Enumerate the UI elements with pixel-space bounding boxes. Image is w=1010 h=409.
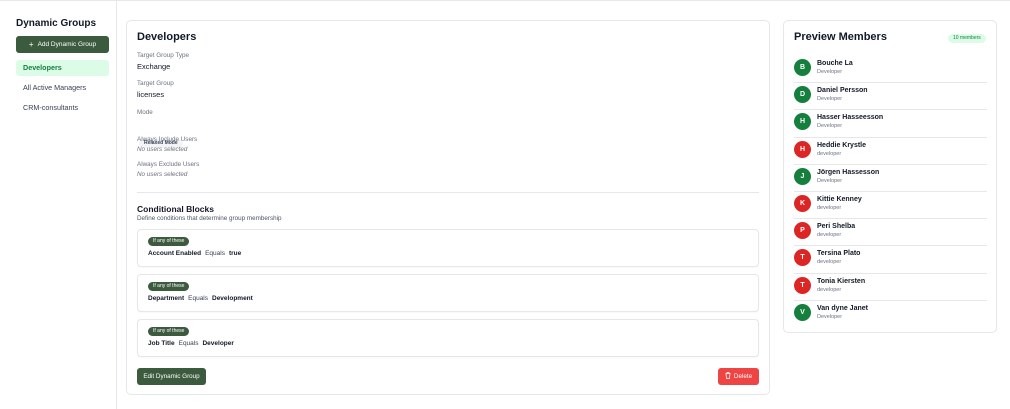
member-row: B Bouche La Developer	[794, 56, 987, 84]
delete-button[interactable]: Delete	[718, 368, 759, 385]
member-row: T Tonia Kiersten developer	[794, 274, 987, 301]
avatar: T	[794, 249, 811, 267]
condition-block: If any of these Department Equals Develo…	[137, 274, 759, 312]
condition-block: If any of these Account Enabled Equals t…	[137, 229, 759, 267]
member-role: Developer	[817, 96, 843, 103]
preview-members-title: Preview Members	[794, 31, 887, 43]
condition-block-badge: If any of these	[148, 237, 190, 246]
member-row: K Kittie Kenney developer	[794, 192, 987, 220]
condition-value: Developer	[202, 340, 234, 347]
member-role: Developer	[817, 177, 843, 184]
avatar: J	[794, 167, 811, 185]
sidebar-title: Dynamic Groups	[16, 18, 97, 29]
condition-field: Account Enabled	[148, 250, 202, 257]
member-row: H Hasser Hasseesson Developer	[794, 110, 987, 138]
plus-icon: +	[28, 39, 34, 49]
sidebar-item-developers[interactable]: Developers	[16, 60, 109, 76]
add-dynamic-group-button[interactable]: + Add Dynamic Group	[16, 36, 109, 53]
member-name: Daniel Persson	[817, 87, 868, 95]
member-name: Peri Shelba	[817, 223, 856, 231]
condition-rule: Account Enabled Equals true	[148, 250, 241, 257]
sidebar-item-all-active-managers[interactable]: All Active Managers	[16, 80, 109, 96]
member-row: D Daniel Persson Developer	[794, 83, 987, 111]
target-group-type-value: Exchange	[137, 62, 171, 71]
add-dynamic-group-label: Add Dynamic Group	[37, 41, 97, 48]
condition-block-badge: If any of these	[148, 327, 190, 336]
target-group-label: Target Group	[137, 80, 174, 87]
avatar: P	[794, 222, 811, 240]
condition-operator: Equals	[178, 340, 199, 347]
member-role: developer	[817, 232, 842, 239]
top-border	[0, 0, 1010, 1]
member-row: J Jörgen Hassesson Developer	[794, 165, 987, 192]
member-role: developer	[817, 259, 842, 266]
condition-block: If any of these Job Title Equals Develop…	[137, 319, 759, 357]
always-include-label: Always Include Users	[137, 136, 198, 143]
member-role: Developer	[817, 69, 843, 75]
member-name: Hasser Hasseesson	[817, 114, 884, 122]
member-row: V Van dyne Janet Developer	[794, 301, 987, 328]
member-count-badge: 10 members	[948, 34, 986, 43]
always-include-value: No users selected	[137, 146, 188, 153]
member-role: Developer	[817, 123, 843, 130]
member-name: Kittie Kenney	[817, 195, 862, 203]
sidebar-item-crm-consultants[interactable]: CRM-consultants	[16, 100, 109, 116]
condition-operator: Equals	[188, 295, 208, 302]
condition-rule: Job Title Equals Developer	[148, 340, 234, 347]
member-name: Bouche La	[817, 60, 853, 67]
member-name: Jörgen Hassesson	[817, 168, 880, 176]
group-nav: Developers All Active Managers CRM-consu…	[16, 60, 109, 120]
sidebar: Dynamic Groups + Add Dynamic Group Devel…	[0, 1, 117, 409]
condition-value: Development	[212, 295, 253, 302]
always-exclude-value: No users selected	[137, 171, 188, 178]
member-role: developer	[817, 204, 842, 211]
avatar: H	[794, 113, 811, 131]
condition-value: true	[228, 250, 242, 257]
condition-rule: Department Equals Development	[148, 295, 253, 302]
mode-label: Mode	[137, 109, 153, 116]
member-name: Heddie Krystle	[817, 141, 867, 149]
member-name: Van dyne Janet	[817, 304, 868, 312]
member-name: Tersina Plato	[817, 250, 861, 258]
member-row: H Heddie Krystle developer	[794, 138, 987, 165]
conditional-blocks-description: Define conditions that determine group m…	[137, 215, 282, 222]
avatar: K	[794, 194, 811, 212]
member-row: T Tersina Plato developer	[794, 246, 987, 274]
member-row: P Peri Shelba developer	[794, 219, 987, 247]
member-list: B Bouche La Developer D Daniel Persson Develo…	[794, 56, 987, 328]
member-role: developer	[817, 286, 842, 293]
avatar: B	[794, 59, 811, 76]
avatar: V	[794, 303, 811, 321]
member-role: Developer	[817, 313, 843, 320]
member-role: developer	[817, 150, 842, 157]
target-group-type-label: Target Group Type	[137, 52, 190, 59]
avatar: D	[794, 86, 811, 104]
edit-dynamic-group-button[interactable]: Edit Dynamic Group	[137, 368, 206, 385]
condition-operator: Equals	[205, 250, 225, 257]
condition-field: Department	[148, 295, 185, 302]
condition-block-badge: If any of these	[148, 282, 190, 291]
page-title: Developers	[137, 31, 197, 43]
conditional-blocks-title: Conditional Blocks	[137, 204, 214, 214]
avatar: H	[794, 140, 811, 158]
preview-members-card: Preview Members 10 members B Bouche La Dev…	[783, 20, 997, 333]
section-divider	[137, 192, 759, 193]
condition-field: Job Title	[148, 340, 175, 347]
group-detail-card: Developers Target Group Type Exchange Ta…	[126, 20, 770, 395]
target-group-value: licenses	[137, 90, 165, 99]
delete-label: Delete	[733, 373, 753, 380]
trash-icon	[725, 372, 731, 381]
member-name: Tonia Kiersten	[817, 277, 866, 285]
avatar: T	[794, 276, 811, 294]
always-exclude-label: Always Exclude Users	[137, 161, 200, 168]
